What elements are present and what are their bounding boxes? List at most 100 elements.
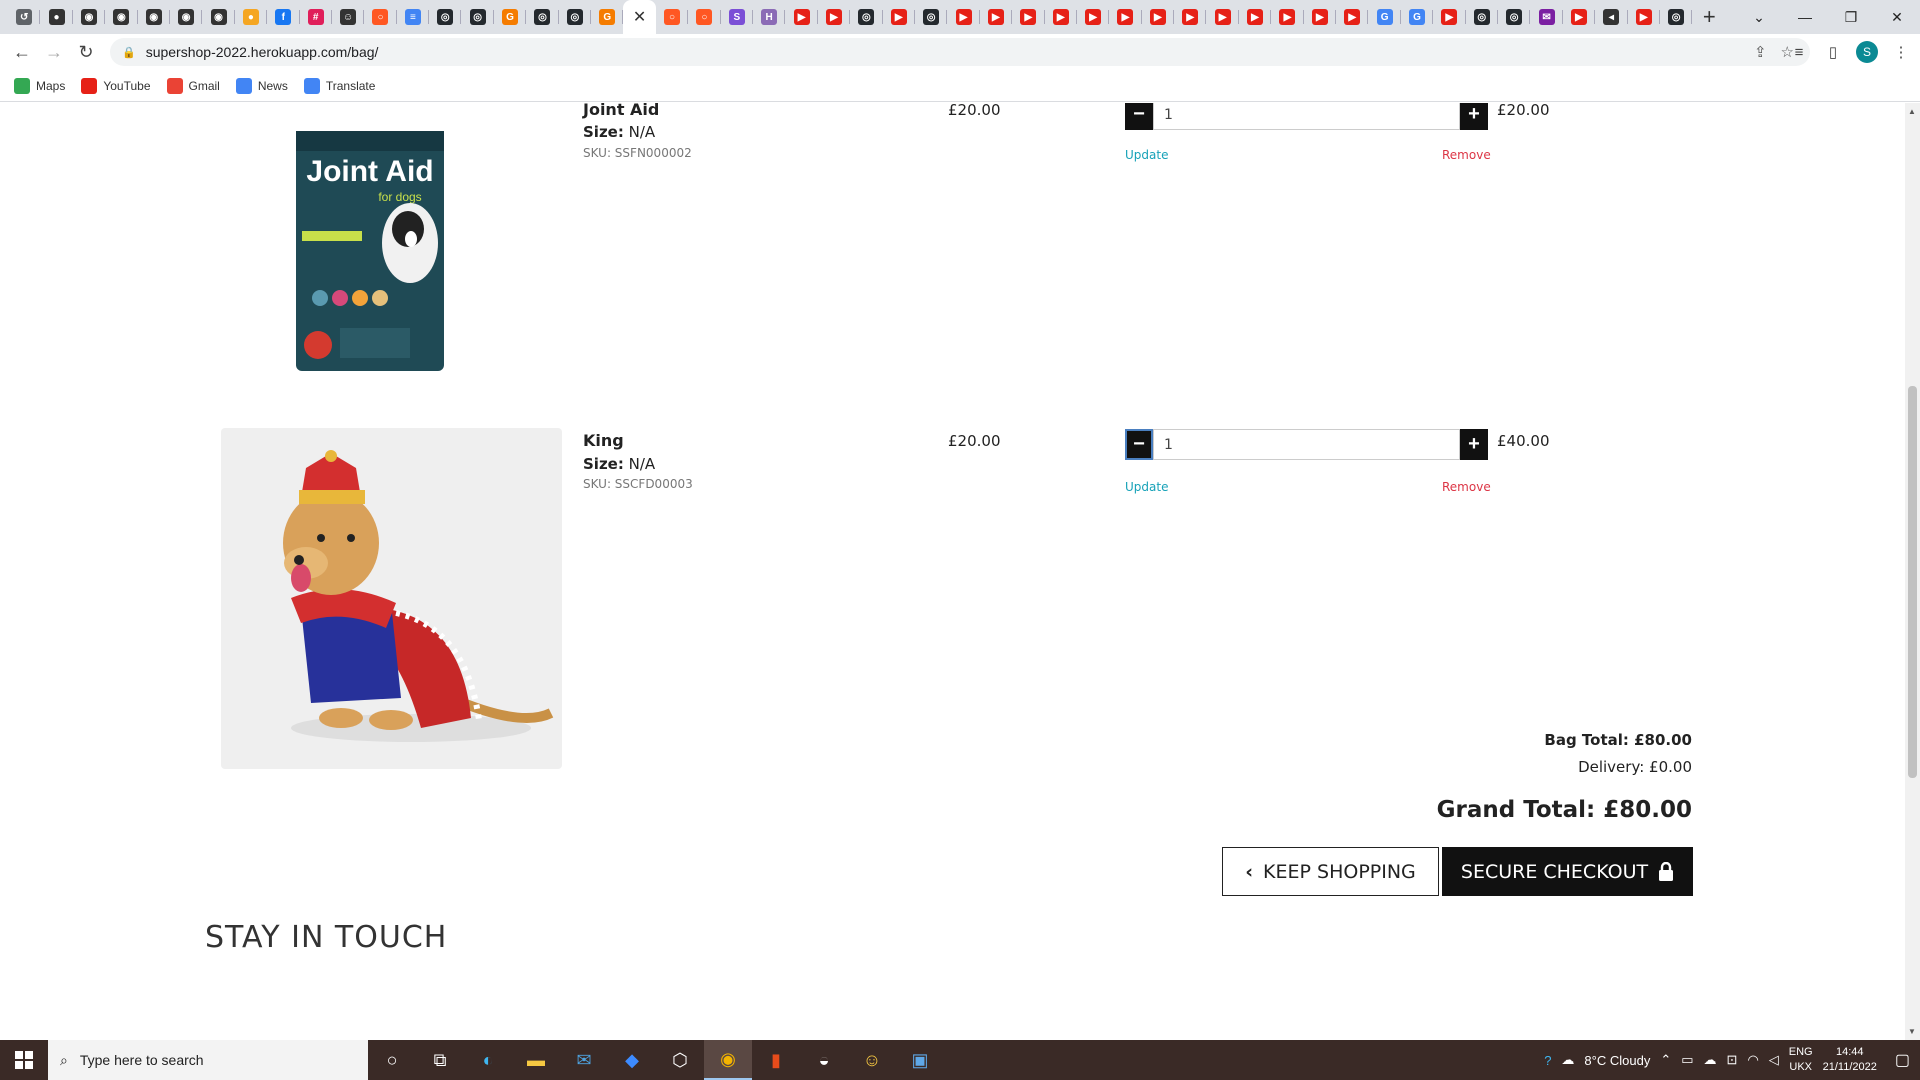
task-view-icon[interactable]: ⧉ [416, 1040, 464, 1080]
browser-tab[interactable]: G [1401, 0, 1434, 34]
help-icon[interactable]: ? [1544, 1053, 1551, 1068]
browser-tab[interactable]: H [753, 0, 786, 34]
browser-tab[interactable]: ◎ [526, 0, 559, 34]
share-icon[interactable]: ⇪ [1754, 43, 1767, 61]
browser-tab[interactable]: ◉ [202, 0, 235, 34]
menu-icon[interactable]: ⋮ [1890, 41, 1912, 63]
address-bar[interactable]: 🔒 supershop-2022.herokuapp.com/bag/ ⇪ ☆ [110, 38, 1810, 66]
file-explorer-icon[interactable]: ▬ [512, 1040, 560, 1080]
browser-tab[interactable]: ● [235, 0, 268, 34]
browser-tab[interactable]: ▶ [1271, 0, 1304, 34]
browser-tab[interactable]: ◎ [915, 0, 948, 34]
taskbar-search-input[interactable]: ⌕ Type here to search [48, 1040, 368, 1080]
browser-tab[interactable]: f [267, 0, 300, 34]
tab-search-icon[interactable]: ⌄ [1736, 0, 1782, 34]
browser-tab[interactable]: ▶ [1045, 0, 1077, 34]
remove-link[interactable]: Remove [1442, 480, 1491, 494]
browser-tab[interactable]: ○ [688, 0, 721, 34]
new-tab-button[interactable]: + [1692, 0, 1726, 34]
browser-tab[interactable]: ▶ [1433, 0, 1466, 34]
reading-list-icon[interactable]: ≡ [1788, 41, 1810, 63]
increment-qty-button[interactable]: + [1460, 429, 1488, 460]
cortana-icon[interactable]: ○ [368, 1040, 416, 1080]
browser-tab[interactable]: G [1368, 0, 1401, 34]
browser-tab[interactable]: ◎ [1466, 0, 1498, 34]
volume-icon[interactable]: ◁ [1769, 1052, 1779, 1068]
minimize-icon[interactable]: — [1782, 0, 1828, 34]
browser-tab[interactable]: G [591, 0, 624, 34]
mail-icon[interactable]: ✉ [560, 1040, 608, 1080]
scrollbar-thumb[interactable] [1908, 386, 1917, 778]
quantity-input[interactable]: 1 [1153, 429, 1460, 460]
update-link[interactable]: Update [1125, 480, 1168, 494]
smiley-app-icon[interactable]: ☺ [848, 1040, 896, 1080]
browser-tab[interactable]: ▶ [1206, 0, 1239, 34]
browser-tab[interactable]: ▶ [1304, 0, 1337, 34]
browser-tab[interactable]: ▶ [1109, 0, 1142, 34]
unity-icon[interactable]: ⬡ [656, 1040, 704, 1080]
update-link[interactable]: Update [1125, 148, 1168, 162]
bookmark-item[interactable]: Translate [303, 77, 375, 94]
browser-tab[interactable]: ○ [364, 0, 397, 34]
browser-tab[interactable]: ◎ [1498, 0, 1531, 34]
battery-icon[interactable]: ▭ [1681, 1052, 1693, 1068]
back-icon[interactable]: ← [6, 36, 38, 68]
bookmark-item[interactable]: Maps [14, 77, 65, 94]
browser-tab[interactable]: ◉ [73, 0, 106, 34]
browser-tab[interactable]: ◎ [850, 0, 883, 34]
browser-tab[interactable]: # [300, 0, 332, 34]
browser-tab[interactable]: ▶ [1077, 0, 1110, 34]
browser-tab[interactable]: ▶ [818, 0, 851, 34]
browser-tab[interactable]: ◉ [170, 0, 203, 34]
keep-shopping-button[interactable]: ‹ KEEP SHOPPING [1222, 847, 1439, 896]
app-icon[interactable]: ◒ [800, 1040, 848, 1080]
browser-tab[interactable]: ▶ [1628, 0, 1660, 34]
browser-tab[interactable]: ◎ [461, 0, 494, 34]
edge-icon[interactable]: ◐ [464, 1040, 512, 1080]
chrome-icon[interactable]: ◉ [704, 1040, 752, 1080]
browser-tab[interactable]: ◉ [138, 0, 170, 34]
browser-tab[interactable]: ▶ [883, 0, 915, 34]
browser-tab[interactable]: ↺ [8, 0, 41, 34]
browser-tab[interactable]: ▶ [785, 0, 818, 34]
close-window-icon[interactable]: ✕ [1874, 0, 1920, 34]
chevron-up-icon[interactable]: ⌃ [1660, 1052, 1671, 1068]
weather-text[interactable]: 8°C Cloudy [1584, 1053, 1650, 1068]
windows-start-icon[interactable] [0, 1040, 48, 1080]
clock[interactable]: 14:44 21/11/2022 [1823, 1045, 1877, 1075]
dropbox-icon[interactable]: ◆ [608, 1040, 656, 1080]
browser-tab[interactable]: ▶ [947, 0, 980, 34]
language-indicator[interactable]: ENG UKX [1789, 1045, 1813, 1075]
scroll-up-icon[interactable]: ▲ [1908, 107, 1916, 116]
product-image-king[interactable] [221, 428, 562, 769]
forward-icon[interactable]: → [38, 36, 70, 68]
browser-tab[interactable]: ◎ [429, 0, 462, 34]
increment-qty-button[interactable]: + [1460, 103, 1488, 130]
browser-tab[interactable]: ✉ [1530, 0, 1563, 34]
wifi-icon[interactable]: ◠ [1747, 1052, 1758, 1068]
browser-tab[interactable]: ◎ [559, 0, 592, 34]
notifications-icon[interactable]: ▢ [1895, 1050, 1910, 1070]
network-icon[interactable]: ⊡ [1727, 1052, 1738, 1068]
scroll-down-icon[interactable]: ▼ [1908, 1027, 1916, 1036]
browser-tab[interactable]: ▶ [1563, 0, 1596, 34]
quantity-input[interactable]: 1 [1153, 103, 1460, 130]
browser-tab[interactable]: G [494, 0, 527, 34]
browser-tab[interactable]: ☺ [332, 0, 365, 34]
page-scrollbar[interactable]: ▲ ▼ [1905, 103, 1920, 1040]
bookmark-item[interactable]: News [235, 77, 288, 94]
browser-tab[interactable]: ● [40, 0, 73, 34]
browser-tab[interactable]: ▶ [1012, 0, 1045, 34]
product-image-joint-aid[interactable]: Joint Aid for dogs [290, 123, 450, 383]
office-icon[interactable]: ▮ [752, 1040, 800, 1080]
cloud-icon[interactable]: ☁ [1704, 1052, 1717, 1068]
browser-tab[interactable]: ▶ [1174, 0, 1207, 34]
restore-icon[interactable]: ❐ [1828, 0, 1874, 34]
secure-checkout-button[interactable]: SECURE CHECKOUT [1442, 847, 1693, 896]
browser-tab[interactable]: ▶ [1336, 0, 1369, 34]
browser-tab[interactable]: S [721, 0, 753, 34]
browser-tab[interactable]: ◉ [105, 0, 138, 34]
remove-link[interactable]: Remove [1442, 148, 1491, 162]
browser-tab[interactable]: ◎ [1660, 0, 1693, 34]
side-panel-icon[interactable]: ▯ [1822, 41, 1844, 63]
